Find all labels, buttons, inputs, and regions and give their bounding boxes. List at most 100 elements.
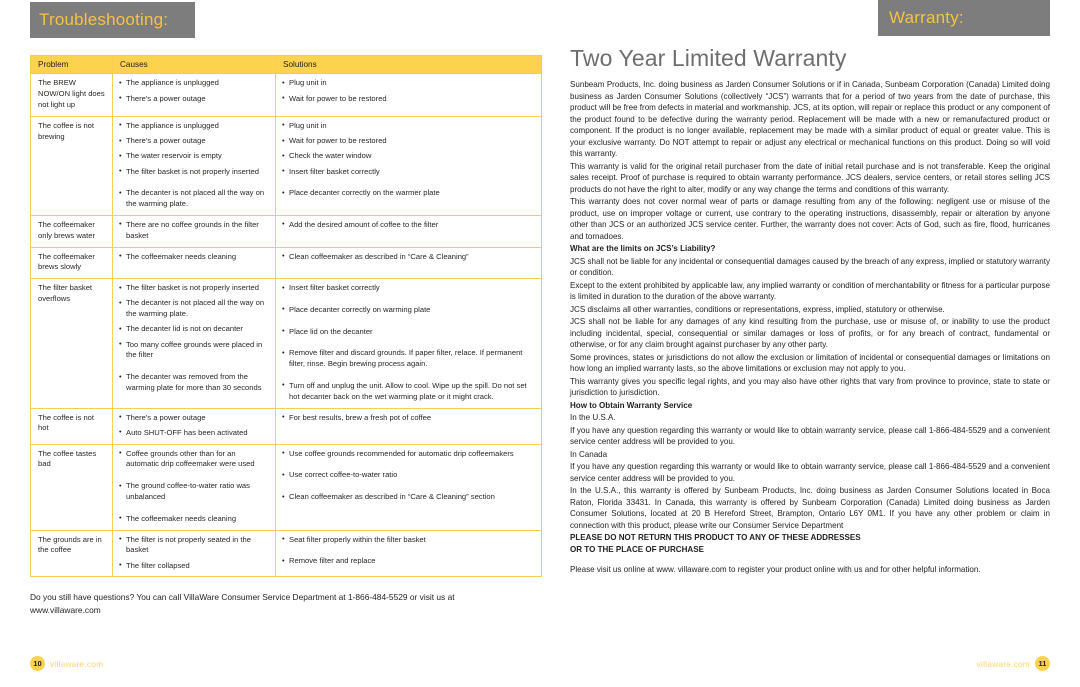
list-item: Place decanter correctly on the warmer p… xyxy=(282,188,535,199)
list-item: Wait for power to be restored xyxy=(282,136,535,147)
cell-causes: There's a power outage Auto SHUT-OFF has… xyxy=(112,407,276,445)
list-item: Too many coffee grounds were placed in t… xyxy=(119,339,269,362)
cause-list: Coffee grounds other than for an automat… xyxy=(119,448,269,525)
troubleshooting-table: Problem Causes Solutions The BREW NOW/ON… xyxy=(30,54,542,578)
warranty-paragraph: In the U.S.A., this warranty is offered … xyxy=(570,486,1050,530)
solution-list: Plug unit in Wait for power to be restor… xyxy=(282,78,535,104)
list-item: Clean coffeemaker as described in “Care … xyxy=(282,251,535,263)
list-item: Wait for power to be restored xyxy=(282,93,535,105)
cell-solutions: Plug unit in Wait for power to be restor… xyxy=(275,115,542,216)
cell-problem: The BREW NOW/ON light does not light up xyxy=(30,73,113,117)
list-item: Place lid on the decanter xyxy=(282,326,535,338)
list-item: Clean coffeemaker as described in “Care … xyxy=(282,492,535,503)
left-page-footer: 10 villaware.com xyxy=(30,656,103,671)
cell-problem: The filter basket overflows xyxy=(30,278,113,409)
warranty-notice-line-1: PLEASE DO NOT RETURN THIS PRODUCT TO ANY… xyxy=(570,533,861,542)
list-item: The appliance is unplugged xyxy=(119,120,269,132)
cell-problem: The grounds are in the coffee xyxy=(30,529,113,578)
warranty-region-usa: In the U.S.A. xyxy=(570,413,616,422)
solution-list: Clean coffeemaker as described in “Care … xyxy=(282,251,535,263)
list-item: For best results, brew a fresh pot of co… xyxy=(282,412,535,424)
table-body: The BREW NOW/ON light does not light up … xyxy=(30,73,542,578)
warranty-paragraph: If you have any question regarding this … xyxy=(570,462,1050,483)
cell-problem: The coffeemaker brews slowly xyxy=(30,246,113,280)
cell-solutions: For best results, brew a fresh pot of co… xyxy=(275,407,542,445)
warranty-paragraph: Some provinces, states or jurisdictions … xyxy=(570,352,1050,374)
table-row: The coffeemaker only brews water There a… xyxy=(30,214,542,248)
service-footnote: Do you still have questions? You can cal… xyxy=(30,592,455,615)
page-number: 11 xyxy=(1035,656,1050,671)
warranty-subheading: What are the limits on JCS’s Liability? xyxy=(570,244,716,253)
cause-list: The appliance is unplugged There's a pow… xyxy=(119,78,269,104)
page-number: 10 xyxy=(30,656,45,671)
warranty-paragraph: JCS shall not be liable for any damages … xyxy=(570,317,1050,349)
page-title: Two Year Limited Warranty xyxy=(570,45,847,71)
list-item: Remove filter and replace xyxy=(282,556,535,567)
troubleshooting-section-header: Troubleshooting: xyxy=(30,2,195,38)
solution-list: Use coffee grounds recommended for autom… xyxy=(282,448,535,503)
list-item: The ground coffee-to-water ratio was unb… xyxy=(119,481,269,503)
cell-problem: The coffee is not hot xyxy=(30,407,113,445)
list-item: The filter basket is not properly insert… xyxy=(119,283,269,294)
cell-problem: The coffee tastes bad xyxy=(30,443,113,531)
solution-list: Insert filter basket correctly Place dec… xyxy=(282,283,535,402)
cell-causes: The filter basket is not properly insert… xyxy=(112,278,276,409)
list-item: The coffeemaker needs cleaning xyxy=(119,513,269,525)
cause-list: The filter is not properly seated in the… xyxy=(119,534,269,572)
list-item: There's a power outage xyxy=(119,136,269,147)
list-item: There's a power outage xyxy=(119,93,269,105)
list-item: The filter collapsed xyxy=(119,560,269,572)
list-item: Plug unit in xyxy=(282,78,535,89)
footer-website: villaware.com xyxy=(976,658,1030,669)
list-item: The filter is not properly seated in the… xyxy=(119,534,269,557)
cause-list: The coffeemaker needs cleaning xyxy=(119,251,269,263)
column-header-solutions: Solutions xyxy=(275,54,542,75)
warranty-subheading: How to Obtain Warranty Service xyxy=(570,400,693,410)
list-item: Check the water window xyxy=(282,151,535,162)
warranty-header-row: Warranty: xyxy=(570,0,1050,36)
cell-problem: The coffeemaker only brews water xyxy=(30,214,113,248)
list-item: Remove filter and discard grounds. If pa… xyxy=(282,348,535,370)
right-page: Warranty: Two Year Limited Warranty Sunb… xyxy=(560,0,1080,687)
list-item: The decanter lid is not on decanter xyxy=(119,324,269,335)
solution-list: Add the desired amount of coffee to the … xyxy=(282,219,535,231)
warranty-paragraph: JCS shall not be liable for any incident… xyxy=(570,256,1050,278)
cell-causes: The coffeemaker needs cleaning xyxy=(112,246,276,280)
cause-list: The appliance is unplugged There's a pow… xyxy=(119,120,269,210)
table-row: The coffee is not brewing The appliance … xyxy=(30,115,542,216)
list-item: There are no coffee grounds in the filte… xyxy=(119,219,269,242)
list-item: Coffee grounds other than for an automat… xyxy=(119,448,269,471)
warranty-section-header: Warranty: xyxy=(878,0,1050,36)
cell-solutions: Use coffee grounds recommended for autom… xyxy=(275,443,542,531)
list-item: The coffeemaker needs cleaning xyxy=(119,251,269,263)
table-row: The grounds are in the coffee The filter… xyxy=(30,529,542,578)
list-item: The filter basket is not properly insert… xyxy=(119,166,269,178)
cell-causes: Coffee grounds other than for an automat… xyxy=(112,443,276,531)
cell-solutions: Clean coffeemaker as described in “Care … xyxy=(275,246,542,280)
solution-list: Seat filter properly within the filter b… xyxy=(282,534,535,568)
list-item: Insert filter basket correctly xyxy=(282,283,535,294)
table-row: The filter basket overflows The filter b… xyxy=(30,278,542,409)
warranty-paragraph: Sunbeam Products, Inc. doing business as… xyxy=(570,80,1050,158)
cell-solutions: Insert filter basket correctly Place dec… xyxy=(275,278,542,409)
cause-list: There's a power outage Auto SHUT-OFF has… xyxy=(119,412,269,439)
cell-problem: The coffee is not brewing xyxy=(30,115,113,216)
list-item: The decanter was removed from the warmin… xyxy=(119,372,269,394)
column-header-causes: Causes xyxy=(112,54,276,75)
table-row: The coffeemaker brews slowly The coffeem… xyxy=(30,246,542,280)
cause-list: There are no coffee grounds in the filte… xyxy=(119,219,269,242)
list-item: Plug unit in xyxy=(282,120,535,132)
warranty-paragraph: This warranty is valid for the original … xyxy=(570,161,1050,194)
table-row: The coffee is not hot There's a power ou… xyxy=(30,407,542,445)
column-header-problem: Problem xyxy=(30,54,113,75)
list-item: The decanter is not placed all the way o… xyxy=(119,298,269,320)
list-item: The decanter is not placed all the way o… xyxy=(119,188,269,210)
footer-website: villaware.com xyxy=(50,658,104,669)
cell-solutions: Plug unit in Wait for power to be restor… xyxy=(275,73,542,117)
cell-causes: The filter is not properly seated in the… xyxy=(112,529,276,578)
cell-causes: The appliance is unplugged There's a pow… xyxy=(112,73,276,117)
cell-causes: There are no coffee grounds in the filte… xyxy=(112,214,276,248)
table-row: The coffee tastes bad Coffee grounds oth… xyxy=(30,443,542,531)
table-header-row: Problem Causes Solutions xyxy=(30,54,542,75)
warranty-paragraph: This warranty gives you specific legal r… xyxy=(570,376,1050,398)
